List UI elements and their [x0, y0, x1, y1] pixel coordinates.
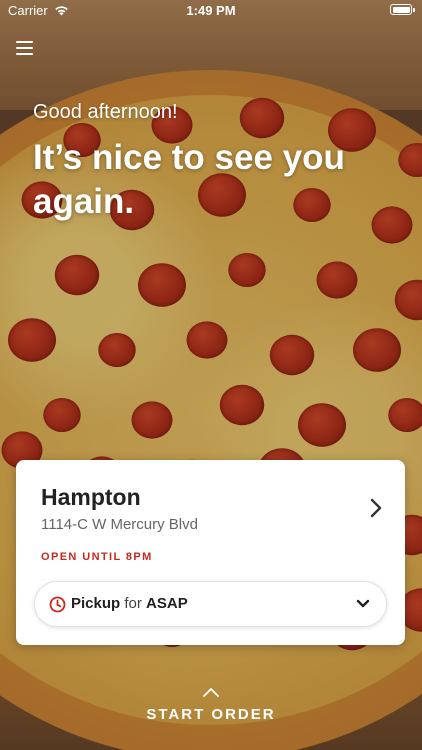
store-name[interactable]: Hampton: [41, 484, 141, 511]
order-type-label: Pickup for ASAP: [71, 595, 188, 612]
location-card: Hampton 1114-C W Mercury Blvd OPEN UNTIL…: [16, 460, 405, 645]
store-address: 1114-C W Mercury Blvd: [41, 516, 198, 533]
chevron-right-icon[interactable]: [367, 496, 385, 520]
clock-time: 1:49 PM: [186, 3, 236, 18]
greeting-text: Good afternoon!: [33, 101, 178, 123]
start-order-button[interactable]: START ORDER: [0, 706, 422, 723]
order-method: Pickup: [71, 595, 121, 612]
battery-icon: [390, 4, 415, 15]
order-type-selector[interactable]: Pickup for ASAP: [34, 581, 387, 627]
headline-text: It’s nice to see you again.: [33, 138, 345, 221]
clock-icon: [49, 596, 66, 613]
chevron-up-icon[interactable]: [201, 685, 221, 699]
store-hours: OPEN UNTIL 8PM: [41, 551, 153, 563]
hamburger-menu-icon[interactable]: [14, 38, 36, 58]
order-time: ASAP: [146, 595, 188, 612]
chevron-down-icon: [356, 599, 370, 608]
order-connector: for: [124, 595, 142, 612]
status-bar: Carrier 1:49 PM: [0, 0, 422, 22]
